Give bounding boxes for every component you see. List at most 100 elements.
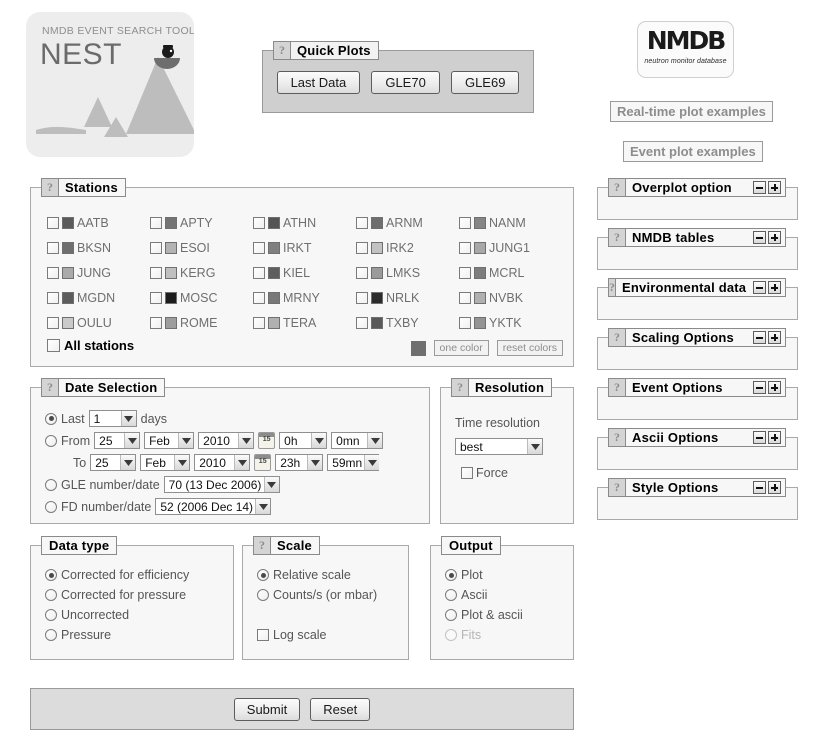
expand-icon[interactable]	[768, 331, 781, 344]
last-data-button[interactable]: Last Data	[276, 71, 361, 94]
reset-button[interactable]: Reset	[310, 697, 371, 721]
station-color-swatch[interactable]	[268, 266, 280, 279]
one-color-swatch[interactable]	[410, 340, 426, 356]
collapse-icon[interactable]	[753, 431, 766, 444]
station-checkbox[interactable]	[253, 266, 265, 279]
station-color-swatch[interactable]	[474, 266, 486, 279]
station-color-swatch[interactable]	[474, 241, 486, 254]
realtime-plot-examples-link[interactable]: Real-time plot examples	[610, 101, 773, 122]
log-scale-checkbox[interactable]	[257, 629, 269, 641]
station-checkbox[interactable]	[150, 266, 162, 279]
output-option-radio[interactable]	[445, 629, 457, 641]
log-scale-row[interactable]: Log scale	[257, 628, 327, 642]
data-type-option-row[interactable]: Corrected for efficiency	[45, 568, 189, 582]
reset-colors-button[interactable]: reset colors	[496, 340, 563, 356]
help-icon[interactable]: ?	[609, 479, 626, 496]
from-hour-select[interactable]: 0h	[279, 432, 328, 449]
help-icon[interactable]: ?	[274, 42, 291, 59]
collapse-icon[interactable]	[753, 281, 767, 294]
to-hour-select[interactable]: 23h	[275, 454, 324, 471]
station-checkbox[interactable]	[47, 291, 59, 304]
expand-icon[interactable]	[768, 281, 782, 294]
output-option-row[interactable]: Fits	[445, 628, 481, 642]
station-checkbox[interactable]	[253, 241, 265, 254]
station-checkbox[interactable]	[459, 241, 471, 254]
gle69-button[interactable]: GLE69	[450, 71, 520, 94]
data-type-option-radio[interactable]	[45, 589, 57, 601]
all-stations-row[interactable]: All stations	[47, 338, 134, 353]
output-option-radio[interactable]	[445, 569, 457, 581]
station-checkbox[interactable]	[47, 266, 59, 279]
to-year-select[interactable]: 2010	[194, 454, 251, 471]
station-color-swatch[interactable]	[268, 291, 280, 304]
scale-option-radio[interactable]	[257, 589, 269, 601]
station-color-swatch[interactable]	[165, 241, 177, 254]
expand-icon[interactable]	[768, 431, 781, 444]
time-resolution-select[interactable]: best	[455, 438, 543, 455]
station-color-swatch[interactable]	[62, 241, 74, 254]
expand-icon[interactable]	[768, 231, 781, 244]
help-icon[interactable]: ?	[609, 179, 626, 196]
collapse-icon[interactable]	[753, 181, 766, 194]
data-type-option-radio[interactable]	[45, 569, 57, 581]
data-type-option-row[interactable]: Uncorrected	[45, 608, 129, 622]
calendar-icon[interactable]: 15	[254, 454, 272, 471]
station-color-swatch[interactable]	[62, 316, 74, 329]
station-checkbox[interactable]	[356, 316, 368, 329]
station-checkbox[interactable]	[459, 316, 471, 329]
from-minute-select[interactable]: 0mn	[331, 432, 384, 449]
help-icon[interactable]: ?	[254, 537, 271, 554]
station-checkbox[interactable]	[253, 216, 265, 229]
station-color-swatch[interactable]	[268, 316, 280, 329]
output-option-row[interactable]: Plot	[445, 568, 483, 582]
station-checkbox[interactable]	[150, 291, 162, 304]
date-mode-gle-radio[interactable]	[45, 478, 57, 491]
data-type-option-radio[interactable]	[45, 609, 57, 621]
data-type-option-row[interactable]: Pressure	[45, 628, 111, 642]
station-color-swatch[interactable]	[268, 216, 280, 229]
help-icon[interactable]: ?	[609, 429, 626, 446]
station-color-swatch[interactable]	[474, 291, 486, 304]
station-color-swatch[interactable]	[62, 266, 74, 279]
station-checkbox[interactable]	[253, 291, 265, 304]
data-type-option-row[interactable]: Corrected for pressure	[45, 588, 186, 602]
station-color-swatch[interactable]	[371, 291, 383, 304]
station-color-swatch[interactable]	[371, 266, 383, 279]
output-option-row[interactable]: Ascii	[445, 588, 487, 602]
station-checkbox[interactable]	[459, 216, 471, 229]
station-color-swatch[interactable]	[371, 216, 383, 229]
help-icon[interactable]: ?	[609, 379, 626, 396]
station-color-swatch[interactable]	[165, 316, 177, 329]
fd-select[interactable]: 52 (2006 Dec 14)	[155, 498, 272, 515]
help-icon[interactable]: ?	[609, 279, 616, 296]
station-checkbox[interactable]	[459, 291, 471, 304]
station-color-swatch[interactable]	[371, 316, 383, 329]
station-color-swatch[interactable]	[62, 216, 74, 229]
gle-select[interactable]: 70 (13 Dec 2006)	[163, 476, 280, 493]
station-checkbox[interactable]	[356, 216, 368, 229]
from-year-select[interactable]: 2010	[198, 432, 255, 449]
station-checkbox[interactable]	[150, 316, 162, 329]
station-checkbox[interactable]	[150, 241, 162, 254]
expand-icon[interactable]	[768, 381, 781, 394]
station-checkbox[interactable]	[47, 216, 59, 229]
collapse-icon[interactable]	[753, 331, 766, 344]
gle70-button[interactable]: GLE70	[371, 71, 440, 94]
calendar-icon[interactable]: 15	[258, 432, 276, 449]
force-checkbox[interactable]	[461, 467, 473, 479]
to-minute-select[interactable]: 59mn	[327, 454, 380, 471]
submit-button[interactable]: Submit	[233, 697, 301, 721]
station-checkbox[interactable]	[356, 266, 368, 279]
station-checkbox[interactable]	[150, 216, 162, 229]
event-plot-examples-link[interactable]: Event plot examples	[623, 141, 763, 162]
scale-option-radio[interactable]	[257, 569, 269, 581]
station-color-swatch[interactable]	[474, 216, 486, 229]
last-days-select[interactable]: 1	[88, 410, 137, 427]
all-stations-checkbox[interactable]	[47, 339, 60, 352]
station-checkbox[interactable]	[47, 241, 59, 254]
data-type-option-radio[interactable]	[45, 629, 57, 641]
collapse-icon[interactable]	[753, 231, 766, 244]
to-month-select[interactable]: Feb	[140, 454, 191, 471]
help-icon[interactable]: ?	[609, 229, 626, 246]
expand-icon[interactable]	[768, 481, 781, 494]
